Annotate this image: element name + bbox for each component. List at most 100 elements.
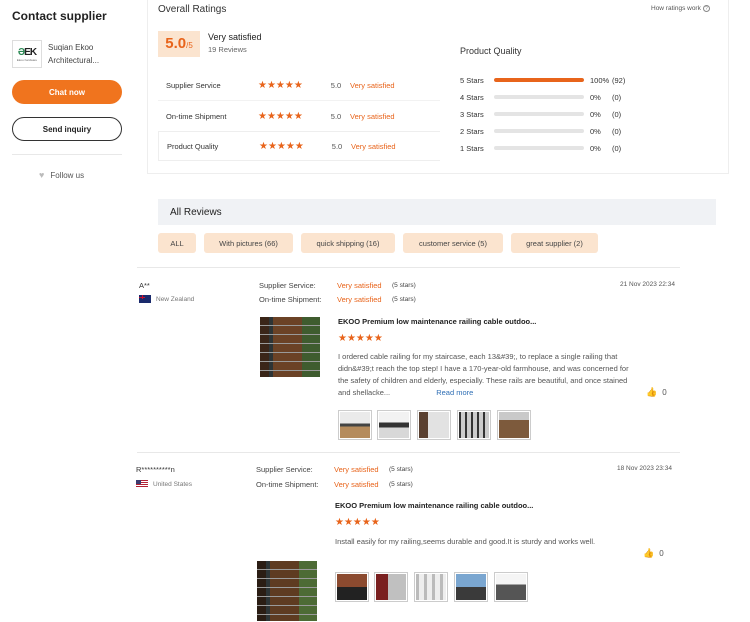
reviewer-name: R**********n	[136, 465, 175, 474]
chat-now-button[interactable]: Chat now	[12, 80, 122, 104]
send-inquiry-button[interactable]: Send inquiry	[12, 117, 122, 141]
reviewer-name: A**	[139, 281, 150, 290]
rating-bar-2: 2 Stars 0% (0)	[460, 125, 621, 137]
star-icon: ★★★★★	[258, 79, 303, 91]
photo-thumb-image	[459, 412, 489, 438]
bar-track	[494, 95, 584, 99]
overall-score-max: /5	[186, 41, 193, 50]
reviews-count: 19 Reviews	[208, 45, 247, 54]
new-zealand-flag-icon	[139, 295, 151, 303]
on-time-shipment-stars: (5 stars)	[389, 481, 413, 488]
metric-label: On-time Shipment	[166, 111, 227, 121]
bar-percent: 0%	[590, 126, 601, 136]
on-time-shipment-stars: (5 stars)	[392, 296, 416, 303]
company-name-line1: Suqian Ekoo	[48, 43, 94, 52]
review-photo-thumb[interactable]	[338, 410, 372, 440]
overall-ratings-title: Overall Ratings	[158, 4, 227, 15]
review-photo-thumb[interactable]	[335, 572, 369, 602]
photo-thumb-image	[419, 412, 449, 438]
review-photo-thumb[interactable]	[414, 572, 448, 602]
united-states-flag-icon	[136, 480, 148, 488]
review-photo-thumb[interactable]	[454, 572, 488, 602]
like-button[interactable]: 👍 0	[643, 548, 664, 559]
how-ratings-work-label: How ratings work	[651, 5, 701, 12]
company-name[interactable]: Suqian Ekoo Architectural...	[48, 41, 118, 67]
metric-score: 5.0	[331, 141, 343, 151]
on-time-shipment-value: Very satisfied	[334, 480, 379, 489]
bar-label: 1 Stars	[460, 143, 484, 153]
all-reviews-header: All Reviews	[158, 199, 716, 225]
rating-bar-5: 5 Stars 100% (92)	[460, 74, 625, 86]
bar-count: (0)	[612, 126, 622, 136]
bar-count: (92)	[612, 75, 626, 85]
country-label: United States	[153, 480, 193, 488]
rating-bar-1: 1 Stars 0% (0)	[460, 142, 621, 154]
product-title[interactable]: EKOO Premium low maintenance railing cab…	[338, 317, 536, 326]
photo-thumb-image	[379, 412, 409, 438]
bar-track	[494, 129, 584, 133]
read-more-link[interactable]: Read more	[436, 388, 473, 397]
metric-status: Very satisfied	[350, 111, 395, 121]
filter-chip-great-supplier[interactable]: great supplier (2)	[511, 233, 598, 253]
follow-us-button[interactable]: ♥ Follow us	[39, 170, 84, 180]
metric-supplier-service[interactable]: Supplier Service ★★★★★ 5.0 Very satisfie…	[158, 70, 440, 100]
photo-thumb-image	[499, 412, 529, 438]
like-button[interactable]: 👍 0	[646, 387, 667, 398]
review-photo-thumb[interactable]	[457, 410, 491, 440]
heart-icon: ♥	[39, 170, 45, 180]
bar-percent: 0%	[590, 143, 601, 153]
thumbs-up-icon: 👍	[643, 548, 655, 558]
supplier-service-label: Supplier Service:	[259, 281, 316, 290]
review-photo-thumb[interactable]	[494, 572, 528, 602]
photo-thumb-image	[456, 574, 486, 600]
metric-status: Very satisfied	[351, 141, 396, 151]
logo-text: ƏEK	[17, 46, 37, 58]
metric-label: Product Quality	[167, 141, 219, 151]
review-photo-thumb[interactable]	[417, 410, 451, 440]
bar-label: 4 Stars	[460, 92, 484, 102]
product-title[interactable]: EKOO Premium low maintenance railing cab…	[335, 501, 533, 510]
metric-on-time-shipment[interactable]: On-time Shipment ★★★★★ 5.0 Very satisfie…	[158, 101, 440, 131]
company-logo[interactable]: ƏEK Ekoo hardware	[12, 40, 42, 68]
photo-thumb-image	[340, 412, 370, 438]
star-icon: ★★★★★	[258, 110, 303, 122]
product-image[interactable]	[257, 561, 317, 621]
overall-status: Very satisfied	[208, 32, 262, 42]
bar-label: 2 Stars	[460, 126, 484, 136]
review-photo-thumb[interactable]	[497, 410, 531, 440]
review-photo-thumb[interactable]	[377, 410, 411, 440]
supplier-service-stars: (5 stars)	[392, 282, 416, 289]
reviewer-country: New Zealand	[139, 295, 194, 303]
bar-fill	[494, 78, 584, 82]
review-divider	[137, 452, 680, 453]
filter-chip-customer-service[interactable]: customer service (5)	[403, 233, 503, 253]
bar-track	[494, 78, 584, 82]
bar-track	[494, 112, 584, 116]
company-name-line2: Architectural...	[48, 56, 100, 65]
railing-photo	[257, 561, 317, 621]
metric-product-quality[interactable]: Product Quality ★★★★★ 5.0 Very satisfied	[158, 131, 440, 161]
metric-score: 5.0	[330, 80, 342, 90]
filter-chip-all[interactable]: ALL	[158, 233, 196, 253]
contact-supplier-title: Contact supplier	[12, 9, 107, 23]
review-date: 18 Nov 2023 23:34	[617, 465, 672, 472]
review-body: I ordered cable railing for my staircase…	[338, 352, 629, 397]
how-ratings-work-link[interactable]: How ratings work ?	[651, 5, 710, 12]
product-image[interactable]	[260, 317, 320, 377]
review-text: Install easily for my railing,seems dura…	[335, 537, 596, 546]
review-photo-thumb[interactable]	[374, 572, 408, 602]
star-icon: ★★★★★	[335, 517, 380, 528]
photo-thumb-image	[496, 574, 526, 600]
bar-label: 5 Stars	[460, 75, 484, 85]
rating-bar-4: 4 Stars 0% (0)	[460, 91, 621, 103]
question-icon: ?	[702, 5, 710, 12]
overall-score-badge: 5.0 /5	[158, 31, 200, 57]
photo-thumb-image	[376, 574, 406, 600]
on-time-shipment-label: On-time Shipment:	[256, 480, 319, 489]
rating-bar-3: 3 Stars 0% (0)	[460, 108, 621, 120]
supplier-service-value: Very satisfied	[337, 281, 382, 290]
filter-chip-quick-shipping[interactable]: quick shipping (16)	[301, 233, 395, 253]
filter-chip-with-pictures[interactable]: With pictures (66)	[204, 233, 293, 253]
star-icon: ★★★★★	[338, 333, 383, 344]
logo-subtext: Ekoo hardware	[16, 57, 38, 62]
